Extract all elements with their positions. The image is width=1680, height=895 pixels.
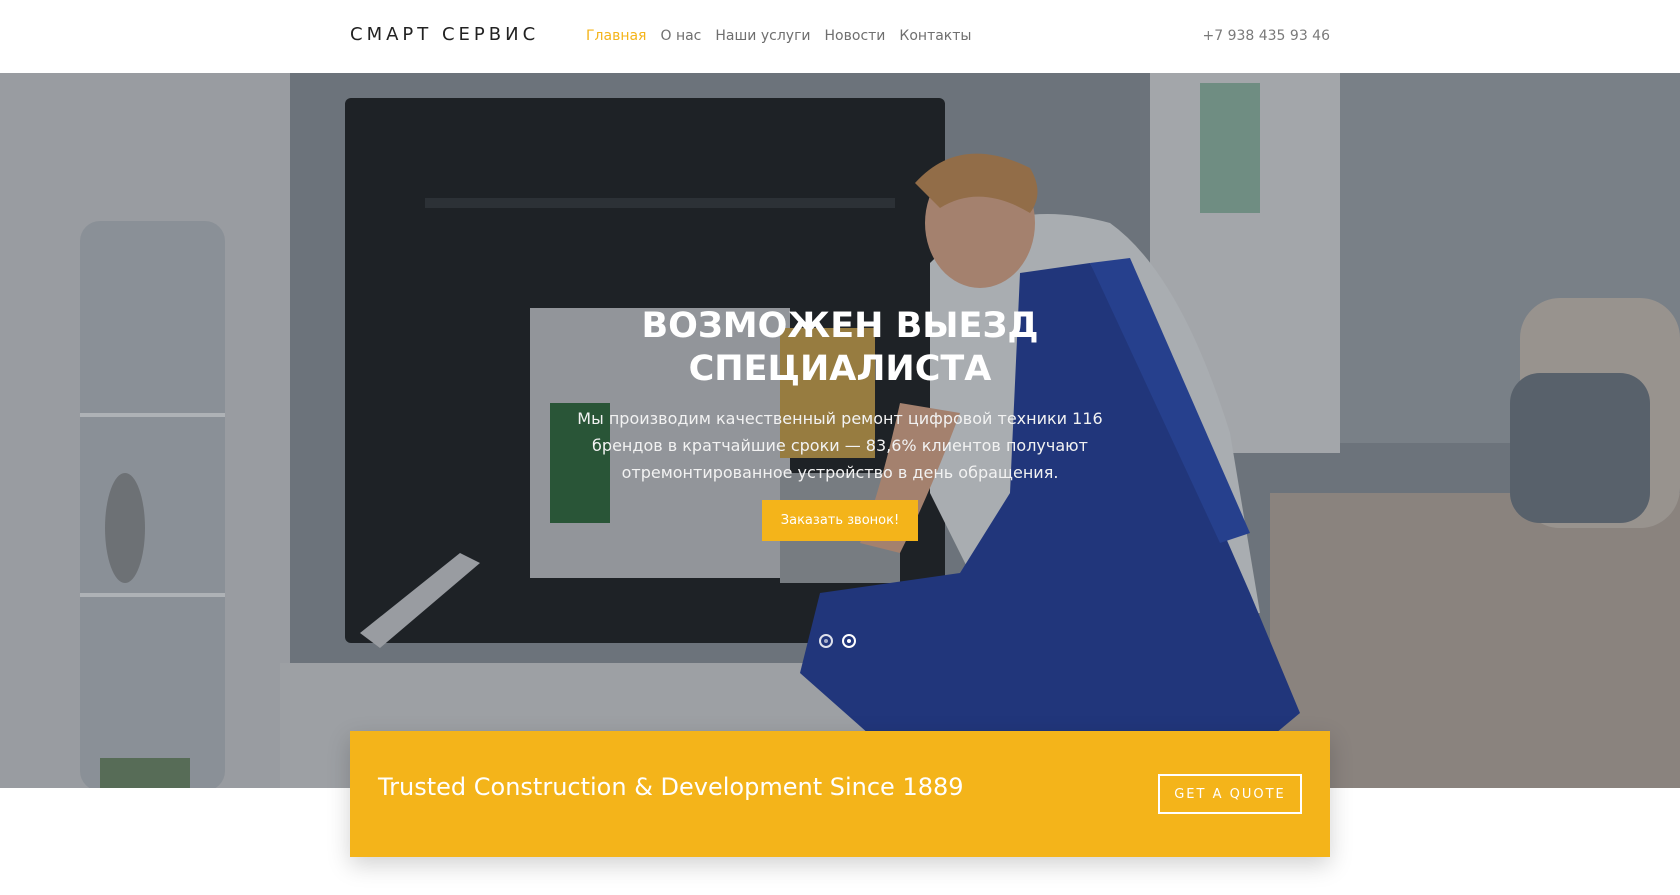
site-logo[interactable]: СМАРТ СЕРВИС: [350, 24, 539, 45]
nav-item-home[interactable]: Главная: [586, 28, 646, 44]
hero-title: ВОЗМОЖЕН ВЫЕЗД СПЕЦИАЛИСТА: [641, 306, 1039, 389]
cta-band: Trusted Construction & Development Since…: [350, 731, 1330, 857]
request-call-button[interactable]: Заказать звонок!: [761, 500, 919, 541]
hero-content: ВОЗМОЖЕН ВЫЕЗД СПЕЦИАЛИСТА Мы производим…: [540, 305, 1140, 541]
nav-item-contacts[interactable]: Контакты: [899, 28, 971, 44]
page: СМАРТ СЕРВИС Главная О нас Наши услуги Н…: [0, 0, 1680, 895]
cta-text: Trusted Construction & Development Since…: [378, 773, 964, 801]
slider-pagination: [819, 634, 856, 648]
slider-dot-1[interactable]: [819, 634, 833, 648]
site-header: СМАРТ СЕРВИС Главная О нас Наши услуги Н…: [0, 0, 1680, 73]
get-quote-button[interactable]: GET A QUOTE: [1158, 774, 1302, 814]
hero-description: Мы производим качественный ремонт цифров…: [577, 409, 1103, 482]
phone-link[interactable]: +7 938 435 93 46: [1202, 28, 1330, 44]
nav-item-about[interactable]: О нас: [660, 28, 701, 44]
hero-slider: ВОЗМОЖЕН ВЫЕЗД СПЕЦИАЛИСТА Мы производим…: [0, 73, 1680, 788]
nav-item-services[interactable]: Наши услуги: [715, 28, 810, 44]
main-nav: Главная О нас Наши услуги Новости Контак…: [586, 28, 971, 44]
nav-item-news[interactable]: Новости: [825, 28, 886, 44]
slider-dot-2[interactable]: [842, 634, 856, 648]
